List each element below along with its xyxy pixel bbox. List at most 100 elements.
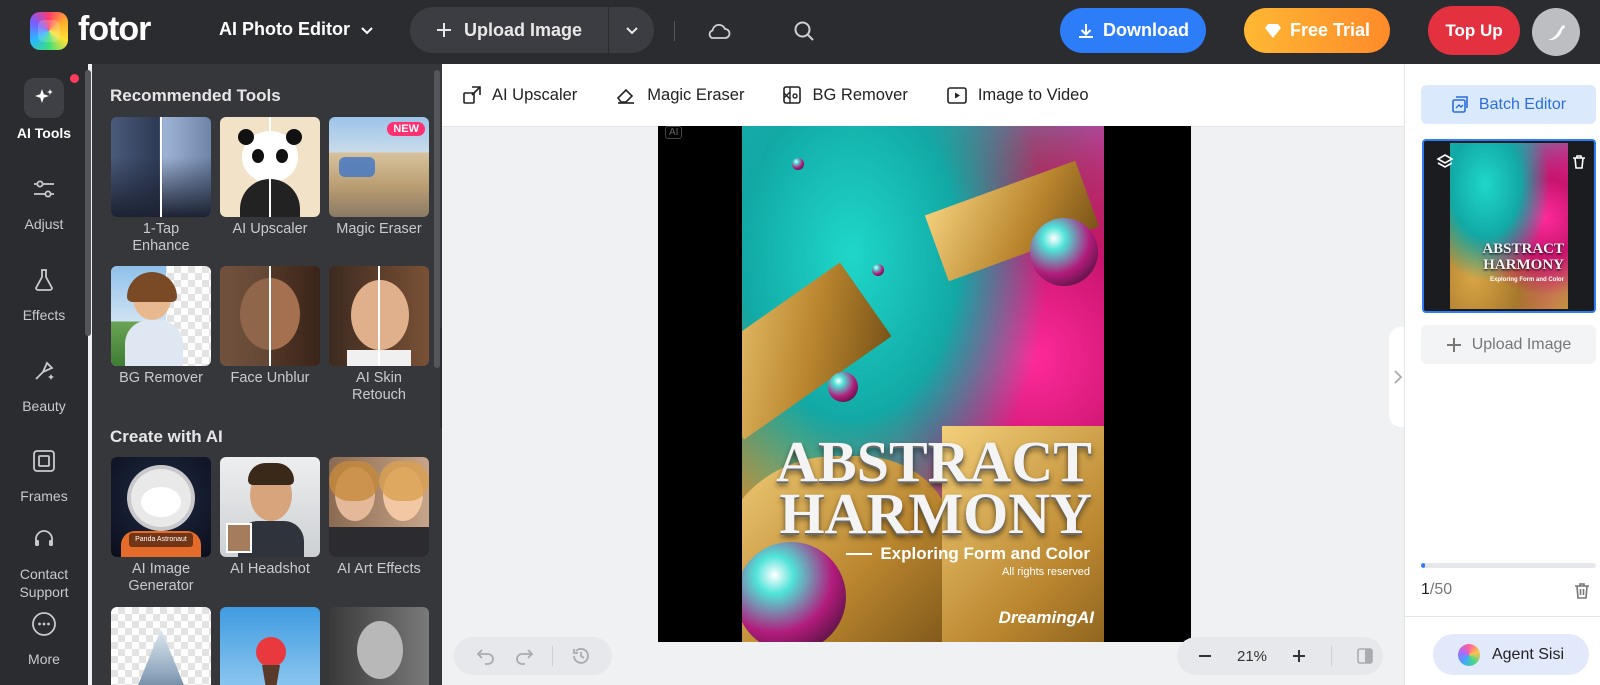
tool-thumbnail: [111, 117, 211, 217]
quick-tool-label: BG Remover: [812, 85, 908, 104]
rail-scrollbar[interactable]: [85, 70, 91, 336]
download-button[interactable]: Download: [1060, 8, 1206, 53]
compare-icon[interactable]: [1356, 647, 1374, 665]
editing-canvas[interactable]: AI ABSTRACT HARMONY Exploring Form and C…: [658, 126, 1191, 642]
new-badge: NEW: [387, 122, 425, 136]
sphere-shape: [872, 264, 884, 276]
rail-label-effects: Effects: [22, 307, 66, 323]
tool-thumbnail: [220, 607, 320, 685]
eraser-icon: [617, 88, 635, 104]
tool-ai-upscaler[interactable]: AI Upscaler: [220, 117, 320, 238]
zoom-in-icon[interactable]: [1291, 648, 1307, 664]
upload-image-button[interactable]: Upload Image: [410, 7, 608, 53]
tool-face-unblur[interactable]: Face Unblur: [220, 266, 320, 387]
delete-icon[interactable]: [1568, 151, 1590, 173]
brand-name[interactable]: fotor: [78, 10, 151, 49]
rail-item-more[interactable]: More: [0, 604, 88, 668]
tool-label: BG Remover: [119, 370, 203, 386]
poster-subtitle: Exploring Form and Color: [846, 544, 1090, 564]
quick-tool-magic-eraser[interactable]: Magic Eraser: [615, 85, 744, 105]
tool-thumbnail: [220, 266, 320, 366]
top-up-button[interactable]: Top Up: [1428, 6, 1520, 55]
diamond-icon: [1264, 23, 1281, 38]
tool-ai-headshot[interactable]: AI Headshot: [220, 457, 320, 578]
top-bar: fotor AI Photo Editor Upload Image Downl…: [0, 0, 1600, 64]
tool-thumbnail: NEW: [329, 117, 429, 217]
user-avatar[interactable]: [1532, 8, 1580, 56]
sphere-shape: [1030, 218, 1098, 286]
rail-item-beauty[interactable]: Beauty: [0, 351, 88, 415]
poster-subtitle-text: Exploring Form and Color: [880, 544, 1090, 563]
tool-thumbnail: [329, 266, 429, 366]
image-count: 1/50: [1421, 581, 1452, 599]
tool-magic-eraser[interactable]: NEW Magic Eraser: [329, 117, 429, 238]
more-icon: [24, 604, 64, 644]
zoom-level[interactable]: 21%: [1237, 648, 1267, 665]
headset-icon: [24, 519, 64, 559]
quick-tool-ai-upscaler[interactable]: AI Upscaler: [462, 85, 577, 105]
agent-sisi-button[interactable]: Agent Sisi: [1433, 634, 1589, 675]
tool-label: AI Headshot: [230, 561, 310, 577]
free-trial-button[interactable]: Free Trial: [1244, 8, 1390, 53]
tool-thumbnail: [329, 457, 429, 557]
panel-scrollbar[interactable]: [434, 70, 440, 368]
quick-tool-bg-remover[interactable]: BG Remover: [782, 85, 908, 105]
search-icon[interactable]: [791, 18, 817, 44]
history-icon[interactable]: [571, 646, 591, 666]
image-thumbnail[interactable]: ABSTRACT HARMONY Exploring Form and Colo…: [1422, 139, 1596, 313]
upload-image-label: Upload Image: [464, 19, 583, 40]
tool-ai-art-effects[interactable]: AI Art Effects: [329, 457, 429, 578]
rail-item-frames[interactable]: Frames: [0, 441, 88, 505]
image-count-current: 1: [1421, 581, 1430, 598]
ai-photo-editor-menu[interactable]: AI Photo Editor: [219, 19, 374, 40]
zoom-divider: [1331, 646, 1333, 666]
sphere-shape: [792, 158, 804, 170]
upload-options-dropdown[interactable]: [609, 7, 654, 53]
redo-icon[interactable]: [514, 647, 534, 665]
rail-label-ai-tools: AI Tools: [16, 125, 72, 141]
gold-shape: [742, 262, 892, 440]
quick-tool-image-to-video[interactable]: Image to Video: [946, 85, 1089, 105]
tool-thumbnail: [329, 607, 429, 685]
tool-thumbnail: [111, 266, 211, 366]
tool-thumbnail: [220, 117, 320, 217]
tool-label: 1-Tap Enhance: [132, 221, 190, 254]
cloud-icon[interactable]: [705, 18, 731, 44]
tool-more-2[interactable]: [220, 607, 320, 685]
tool-1-tap-enhance[interactable]: 1-Tap Enhance: [111, 117, 211, 255]
rail-item-ai-tools[interactable]: AI Tools: [0, 78, 88, 142]
tool-label: Face Unblur: [230, 370, 310, 386]
sparkle-icon: [24, 78, 64, 118]
layers-icon[interactable]: [1434, 151, 1456, 173]
poster-brand: DreamingAI: [998, 608, 1094, 627]
upload-image-secondary-button[interactable]: Upload Image: [1421, 325, 1596, 364]
thumbnail-subtitle: Exploring Form and Color: [1489, 277, 1564, 283]
fotor-logo-icon[interactable]: [30, 12, 68, 50]
sphere-shape: [828, 372, 858, 402]
poster-title-line2: HARMONY: [779, 481, 1092, 546]
zoom-out-icon[interactable]: [1197, 648, 1213, 664]
rail-item-contact-support[interactable]: Contact Support: [0, 519, 88, 601]
tool-more-1[interactable]: [111, 607, 211, 685]
rail-item-effects[interactable]: Effects: [0, 260, 88, 324]
tool-ai-skin-retouch[interactable]: AI Skin Retouch: [329, 266, 429, 404]
clear-all-icon[interactable]: [1573, 582, 1591, 605]
tool-label: AI Image Generator: [128, 561, 194, 594]
image-count-progress: [1421, 563, 1596, 568]
batch-icon: [1452, 95, 1468, 113]
tool-ai-image-generator[interactable]: Panda Astronaut AI Image Generator: [111, 457, 211, 595]
right-panel: Batch Editor ABSTRACT HARMONY Exploring …: [1404, 64, 1600, 685]
rail-label-adjust: Adjust: [24, 216, 64, 232]
batch-editor-button[interactable]: Batch Editor: [1421, 85, 1596, 124]
poster-rights: All rights reserved: [1001, 566, 1090, 578]
zoom-controls: 21%: [1177, 637, 1383, 675]
ai-generated-tag: AI: [665, 126, 683, 139]
quick-tool-label: Magic Eraser: [647, 85, 745, 104]
undo-icon[interactable]: [476, 647, 496, 665]
image-count-progress-fill: [1421, 563, 1425, 568]
tool-bg-remover[interactable]: BG Remover: [111, 266, 211, 387]
sliders-icon: [24, 169, 64, 209]
tool-more-3[interactable]: [329, 607, 429, 685]
rail-item-adjust[interactable]: Adjust: [0, 169, 88, 233]
upload-pill: Upload Image: [410, 7, 654, 53]
